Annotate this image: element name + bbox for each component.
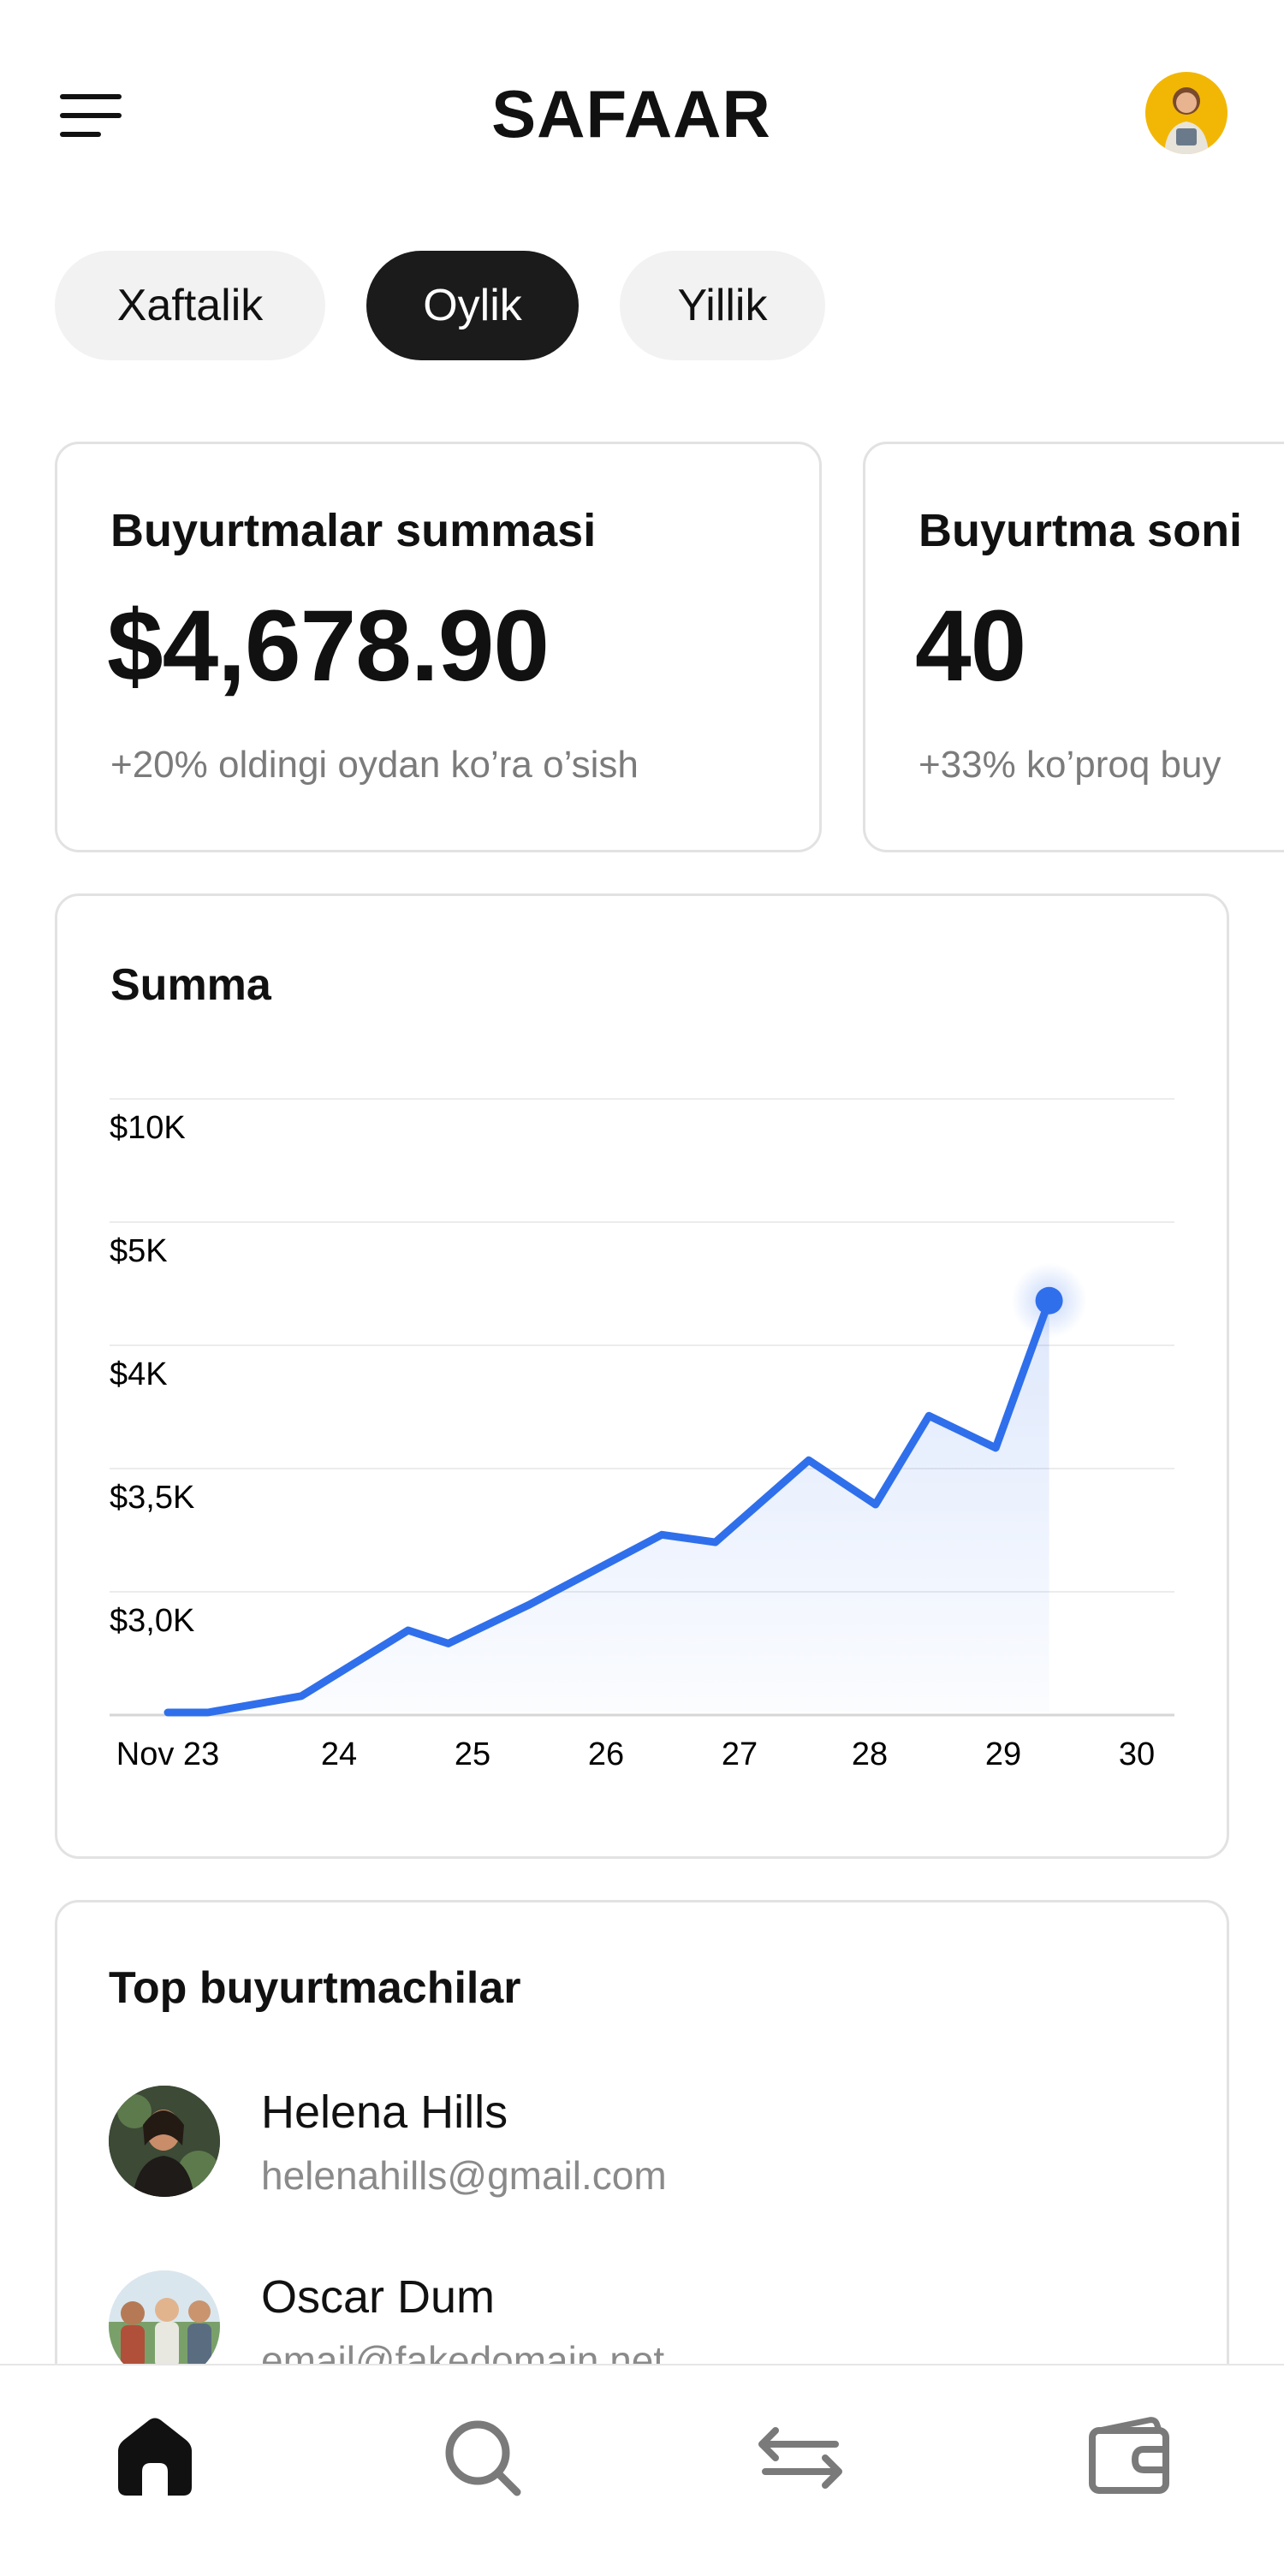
stat-card-orders-count: Buyurtma soni 40 +33% ko’proq buy [863, 442, 1284, 852]
user-avatar[interactable] [1145, 72, 1228, 154]
customer-name: Oscar Dum [261, 2270, 495, 2324]
x-tick-label: 25 [455, 1736, 490, 1772]
tab-monthly[interactable]: Oylik [366, 251, 579, 360]
app-title: SAFAAR [0, 75, 1263, 153]
stat-card-orders-sum: Buyurtmalar summasi $4,678.90 +20% oldin… [55, 442, 822, 852]
customer-name: Helena Hills [261, 2086, 508, 2139]
stat-note: +33% ko’proq buy [918, 744, 1221, 786]
chart-highlight-point [1036, 1287, 1063, 1315]
summa-chart: $10K $5K $4K $3,5K $3,0K Nov 23 24 25 26 27 28 29 30 [55, 893, 1229, 1859]
x-tick-label: 26 [588, 1736, 624, 1772]
avatar [109, 2086, 220, 2197]
tab-weekly[interactable]: Xaftalik [55, 251, 325, 360]
stat-card-clip: Buyurtma soni 40 +33% ko’proq buy [863, 442, 1284, 852]
person-avatar-icon [1145, 72, 1228, 154]
nav-search[interactable] [435, 2410, 529, 2504]
stat-title: Buyurtma soni [918, 504, 1242, 557]
x-tick-label: 30 [1119, 1736, 1155, 1772]
customer-email: helenahills@gmail.com [261, 2152, 667, 2199]
stat-value: $4,678.90 [107, 588, 549, 704]
nav-transfers[interactable] [753, 2410, 847, 2504]
person-photo-icon [109, 2086, 220, 2197]
y-tick-label: $3,5K [110, 1480, 194, 1516]
transfer-arrows-icon [753, 2410, 847, 2504]
y-tick-label: $10K [110, 1110, 186, 1146]
list-item[interactable]: Helena Hills helenahills@gmail.com [109, 2086, 1179, 2205]
x-tick-label: 27 [722, 1736, 758, 1772]
stat-value: 40 [915, 588, 1025, 704]
nav-home[interactable] [108, 2410, 202, 2504]
x-tick-label: 28 [852, 1736, 888, 1772]
nav-wallet[interactable] [1082, 2410, 1176, 2504]
home-icon [108, 2410, 202, 2504]
tab-yearly-label: Yillik [678, 280, 768, 331]
tab-yearly[interactable]: Yillik [620, 251, 825, 360]
chart-area-fill [168, 1301, 1049, 1712]
stat-note: +20% oldingi oydan ko’ra o’sish [110, 744, 639, 786]
x-tick-label: Nov 23 [116, 1736, 219, 1772]
wallet-icon [1082, 2410, 1176, 2504]
top-customers-title: Top buyurtmachilar [109, 1962, 521, 2014]
tab-monthly-label: Oylik [423, 280, 522, 331]
y-tick-label: $5K [110, 1233, 168, 1269]
stat-title: Buyurtmalar summasi [110, 504, 596, 557]
tab-weekly-label: Xaftalik [117, 280, 264, 331]
y-tick-label: $4K [110, 1356, 168, 1392]
y-tick-label: $3,0K [110, 1603, 194, 1639]
search-icon [435, 2410, 529, 2504]
x-tick-label: 29 [985, 1736, 1021, 1772]
bottom-nav [0, 2364, 1284, 2576]
x-tick-label: 24 [321, 1736, 357, 1772]
